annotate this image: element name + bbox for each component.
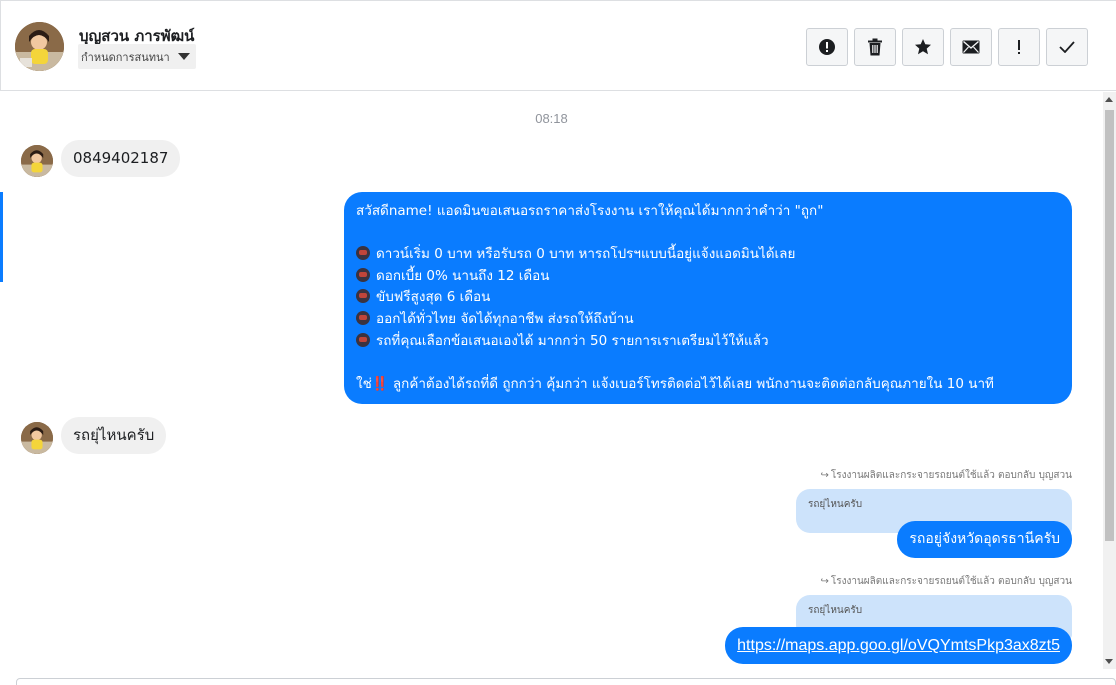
message-bullet: ขับฟรีสูงสุด 6 เดือน xyxy=(356,287,1060,309)
double-exclamation-icon: ‼️ xyxy=(371,375,389,392)
conversation-label-dropdown[interactable]: กำหนดการสนทนา xyxy=(78,44,196,69)
caret-down-icon xyxy=(177,53,190,60)
scroll-up-arrow-icon[interactable] xyxy=(1105,97,1113,102)
map-link-bubble[interactable]: https://maps.app.goo.gl/oVQYmtsPkp3ax8zt… xyxy=(725,627,1072,664)
thread-scrollbar[interactable] xyxy=(1103,92,1116,669)
spam-button[interactable] xyxy=(806,28,848,66)
incoming-message-bubble[interactable]: รถยุ่ไหนครับ xyxy=(61,417,167,454)
message-thread: 08:18 0849402187 สวัสดีname! แอดมินขอเสน… xyxy=(0,92,1103,685)
car-emoji-icon xyxy=(356,267,370,282)
exclamation-circle-icon xyxy=(819,39,835,55)
conversation-toolbar xyxy=(806,28,1088,66)
message-bullet: ดอกเบี้ย 0% นานถึง 12 เดือน xyxy=(356,266,1060,288)
conversation-header: บุญสวน ภารพัฒน์ กำหนดการสนทนา xyxy=(0,0,1116,91)
envelope-icon xyxy=(962,40,980,54)
scroll-down-arrow-icon[interactable] xyxy=(1105,659,1113,664)
star-button[interactable] xyxy=(902,28,944,66)
incoming-message-bubble[interactable]: 0849402187 xyxy=(61,140,181,177)
delete-button[interactable] xyxy=(854,28,896,66)
message-composer[interactable] xyxy=(16,678,1116,685)
car-emoji-icon xyxy=(356,310,370,325)
message-line: สวัสดีname! แอดมินขอเสนอรถราคาส่งโรงงาน … xyxy=(356,203,824,219)
scroll-thumb[interactable] xyxy=(1105,110,1114,541)
active-indicator xyxy=(0,192,3,282)
message-bullet: ดาวน์เริ่ม 0 บาท หรือรับรถ 0 บาท หารถโปร… xyxy=(356,244,1060,266)
sender-avatar[interactable] xyxy=(21,422,53,454)
sender-avatar[interactable] xyxy=(21,145,53,177)
follow-up-button[interactable] xyxy=(998,28,1040,66)
mark-done-button[interactable] xyxy=(1046,28,1088,66)
contact-avatar[interactable] xyxy=(15,22,64,71)
message-bullet: รถที่คุณเลือกข้อเสนอเองได้ มากกว่า 50 รา… xyxy=(356,331,1060,353)
message-bullet: ออกได้ทั่วไทย จัดได้ทุกอาชีพ ส่งรถให้ถึง… xyxy=(356,309,1060,331)
reply-context-label: ↪ โรงงานผลิตและกระจายรถยนต์ใช้แล้ว ตอบกลั… xyxy=(820,470,1072,481)
conversation-label-text: กำหนดการสนทนา xyxy=(81,51,170,64)
car-emoji-icon xyxy=(356,332,370,347)
trash-icon xyxy=(868,38,882,56)
outgoing-message-bubble[interactable]: สวัสดีname! แอดมินขอเสนอรถราคาส่งโรงงาน … xyxy=(344,192,1072,405)
checkmark-icon xyxy=(1059,41,1075,53)
message-timestamp: 08:18 xyxy=(535,111,568,126)
car-emoji-icon xyxy=(356,246,370,261)
reply-arrow-icon: ↪ xyxy=(820,576,829,587)
reply-context-label: ↪ โรงงานผลิตและกระจายรถยนต์ใช้แล้ว ตอบกลั… xyxy=(820,576,1072,587)
car-emoji-icon xyxy=(356,289,370,304)
mark-unread-button[interactable] xyxy=(950,28,992,66)
outgoing-reply-bubble[interactable]: รถอยู่จังหวัดอุดรธานีครับ xyxy=(897,521,1072,558)
star-icon xyxy=(915,39,931,55)
reply-arrow-icon: ↪ xyxy=(820,470,829,481)
message-closing-line: ใช่‼️ ลูกค้าต้องได้รถที่ดี ถูกกว่า คุ้มก… xyxy=(356,375,994,392)
exclamation-icon xyxy=(1018,40,1020,54)
